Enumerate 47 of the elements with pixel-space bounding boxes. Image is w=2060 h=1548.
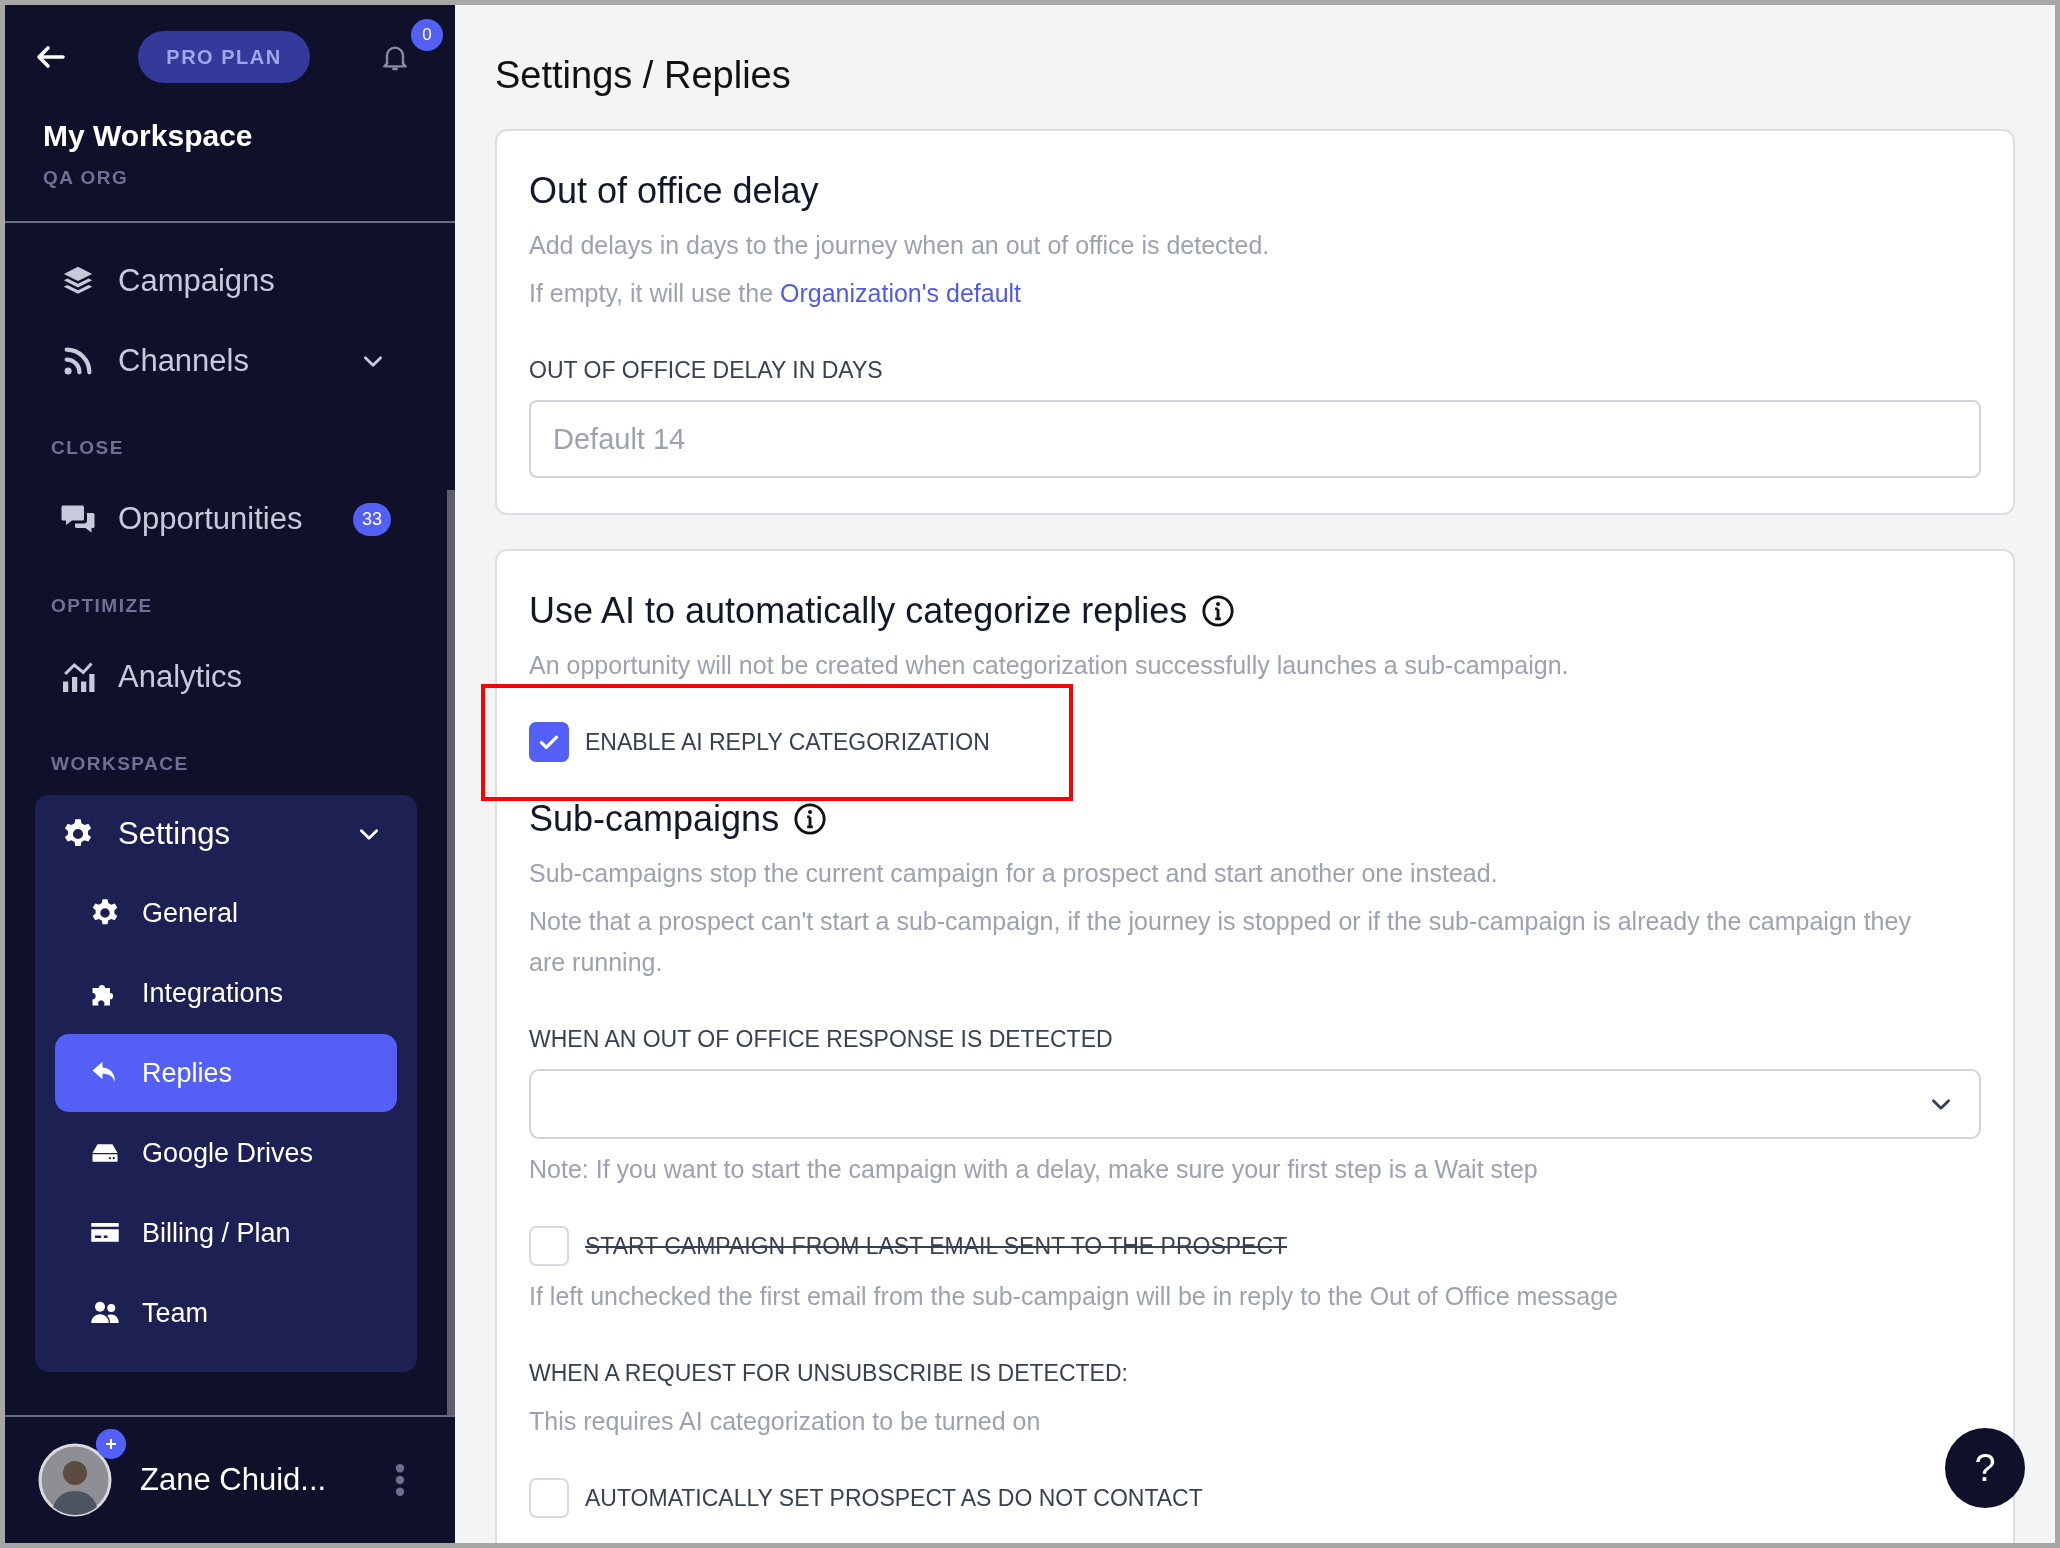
nav-item[interactable]: Settings — [35, 795, 417, 873]
description-text: Sub-campaigns stop the current campaign for a prospect and start another one instead. — [529, 858, 1499, 889]
kebab-icon — [395, 1464, 405, 1496]
section-heading: WORKSPACE — [50, 752, 190, 776]
field-label: WHEN AN OUT OF OFFICE RESPONSE IS DETECTED — [529, 1025, 1114, 1053]
checkbox[interactable] — [529, 722, 569, 762]
nav-item[interactable]: Analytics — [5, 637, 441, 717]
field-label: OUT OF OFFICE DELAY IN DAYS — [529, 356, 884, 384]
section-heading: OPTIMIZE — [50, 594, 154, 618]
org-name: QA ORG — [43, 167, 130, 189]
delay-input[interactable]: Default 14 — [529, 400, 1981, 478]
plan-badge[interactable]: PRO PLAN — [138, 31, 310, 83]
description-text: If left unchecked the first email from the sub-campaign will be in reply to the Out of Office message — [529, 1281, 1619, 1312]
dropdown-field[interactable] — [529, 1069, 1981, 1139]
description-text: This requires AI categorization to be turned on — [529, 1406, 1042, 1437]
checkbox-label: ENABLE AI REPLY CATEGORIZATION — [585, 728, 990, 756]
description-text: Add delays in days to the journey when an out of office is detected. — [529, 230, 1271, 261]
nav-subitem[interactable]: Team — [55, 1273, 397, 1353]
nav-subitem[interactable]: Google Drives — [55, 1113, 397, 1193]
nav-item[interactable]: Campaigns — [5, 241, 441, 321]
description-text: An opportunity will not be created when categorization successfully launches a sub-campaign. — [529, 650, 1570, 681]
section-heading: CLOSE — [50, 436, 125, 460]
notification-count: 0 — [411, 19, 443, 51]
count-badge: 33 — [352, 502, 391, 536]
description-text: If empty, it will use the Organization's default — [529, 278, 1023, 309]
nav-subitem[interactable]: Integrations — [55, 953, 397, 1033]
description-text: Note: If you want to start the campaign with a delay, make sure your first step is a Wait step — [529, 1154, 1539, 1185]
default-link[interactable]: Organization's default — [780, 279, 1022, 307]
nav-item[interactable]: Channels — [5, 321, 441, 401]
description-text: Note that a prospect can't start a sub-campaign, if the journey is stopped or if the sub-campaign is already the campaign they are running. — [529, 906, 1912, 978]
field-label: WHEN A REQUEST FOR UNSUBSCRIBE IS DETECTED: — [529, 1359, 1129, 1387]
section-heading: Use AI to automatically categorize replies — [529, 589, 1188, 633]
nav-subitem[interactable]: General — [55, 873, 397, 953]
nav-item[interactable]: Opportunities 33 — [5, 479, 441, 559]
workspace-name: My Workspace — [43, 119, 254, 153]
more-button[interactable] — [395, 1464, 405, 1496]
nav-subitem[interactable]: Billing / Plan — [55, 1193, 397, 1273]
section-heading: Out of office delay — [529, 169, 819, 213]
nav-subitem[interactable]: Replies — [55, 1034, 397, 1112]
checkbox-label: START CAMPAIGN FROM LAST EMAIL SENT TO THE PROSPECT — [585, 1232, 1288, 1260]
scrollbar[interactable] — [447, 490, 455, 1415]
user-name: Zane Chuid... — [140, 1462, 328, 1498]
page-title: Settings / Replies — [495, 53, 792, 98]
avatar[interactable] — [38, 1443, 112, 1517]
checkbox-label: AUTOMATICALLY SET PROSPECT AS DO NOT CONTACT — [585, 1484, 1203, 1512]
section-heading: Sub-campaigns — [529, 797, 780, 841]
add-icon — [96, 1429, 126, 1459]
